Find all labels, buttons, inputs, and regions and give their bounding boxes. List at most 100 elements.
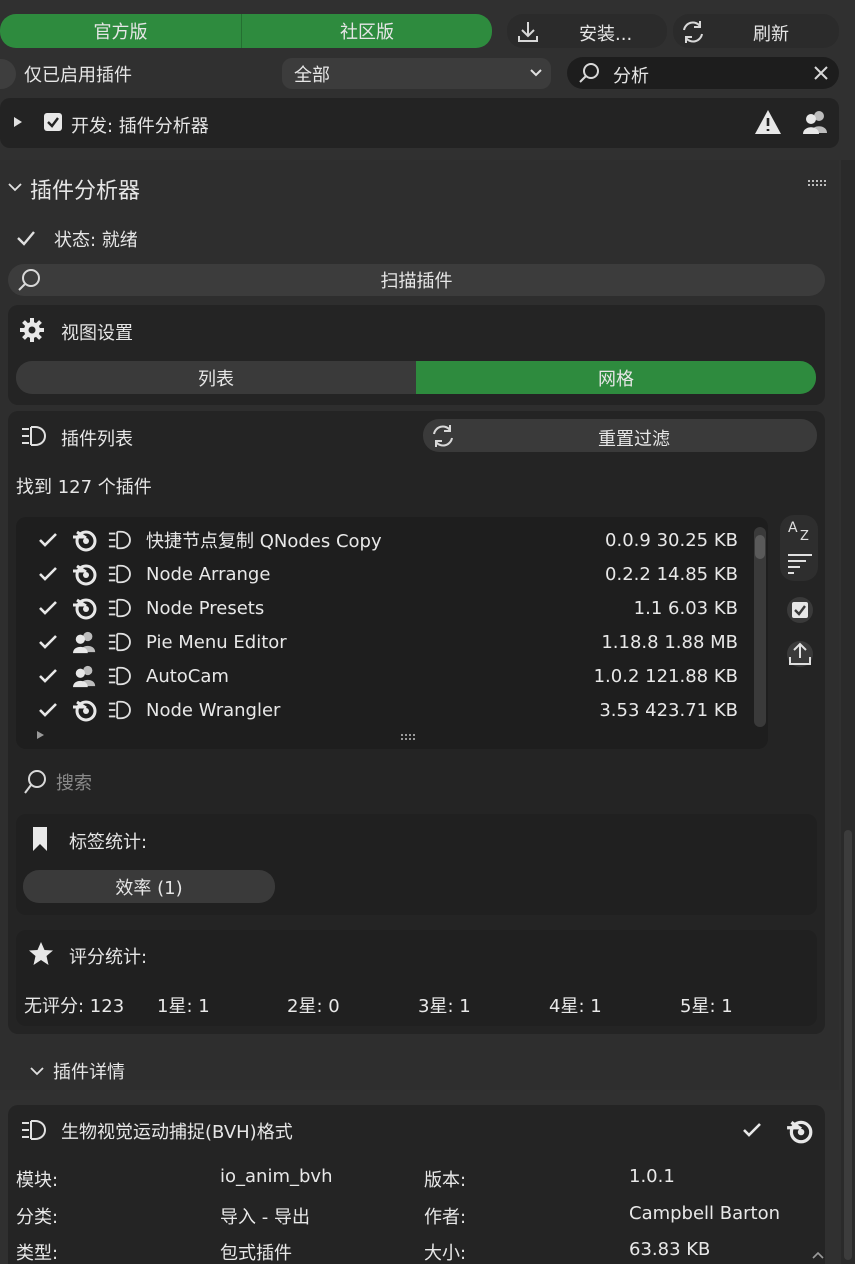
blender-icon [72,528,98,552]
plugin-icon [106,597,132,619]
list-expand-icon[interactable] [36,730,45,740]
list-resize-handle-icon[interactable] [400,733,418,741]
tag-chip[interactable]: 效率 (1) [23,870,275,903]
plugin-icon [106,529,132,551]
main-scrollbar[interactable] [841,160,855,1264]
plugin-icon [19,1118,47,1142]
module-label: 模块: [16,1170,59,1191]
addon-header[interactable]: 开发: 插件分析器 [0,98,839,148]
enabled-check-icon[interactable] [38,566,58,582]
search-value: 分析 [613,66,649,87]
plugin-version-size: 1.0.2 121.88 KB [593,665,738,687]
collapse-icon[interactable] [7,181,23,195]
reset-refresh-icon [429,422,457,450]
version-value: 1.0.1 [629,1166,675,1187]
plugin-name: Node Wrangler [146,699,281,721]
category-label: 分类: [16,1207,59,1228]
list-item[interactable]: Node Presets 1.1 6.03 KB [26,591,738,625]
tab-official[interactable]: 官方版 [0,14,242,48]
analyzer-title: 插件分析器 [30,179,141,204]
drag-handle-icon[interactable] [807,179,829,189]
list-item[interactable]: 快捷节点复制 QNodes Copy 0.0.9 30.25 KB [26,523,738,557]
plugin-name: Pie Menu Editor [146,631,287,653]
category-select[interactable]: 全部 [282,58,551,89]
reset-filter-label: 重置过滤 [598,429,670,450]
plugin-version-size: 0.0.9 30.25 KB [605,529,738,551]
install-button[interactable]: 安装... [507,14,667,48]
plugin-list-rows: 快捷节点复制 QNodes Copy 0.0.9 30.25 KB Node A… [26,523,738,727]
checkbox-box [0,59,16,89]
view-mode-list-label: 列表 [198,368,234,390]
sort-size-icon[interactable] [786,551,814,577]
list-item[interactable]: Pie Menu Editor 1.18.8 1.88 MB [26,625,738,659]
tab-community-label: 社区版 [340,22,394,43]
community-icon [72,630,98,654]
main-scrollbar-thumb[interactable] [844,830,852,1260]
plugin-list-title: 插件列表 [61,429,133,450]
view-mode-grid[interactable]: 网格 [416,361,816,394]
type-value: 包式插件 [220,1243,292,1264]
tag-stats-title: 标签统计: [69,832,148,853]
list-search-placeholder: 搜索 [56,773,92,794]
expand-right-icon[interactable] [13,116,23,128]
list-search-input[interactable]: 搜索 [56,769,406,797]
enabled-check-icon[interactable] [38,668,58,684]
plugin-list-panel: 插件列表 重置过滤 找到 127 个插件 快捷节点复制 QNodes Copy … [8,411,825,1034]
size-value: 63.83 KB [629,1239,711,1260]
community-icon [802,109,830,135]
sort-buttons: AZ [780,515,818,581]
rating-none: 无评分: 123 [24,996,125,1017]
details-section-title: 插件详情 [53,1062,125,1083]
refresh-button[interactable]: 刷新 [673,14,839,48]
rating-4-star: 4星: 1 [549,996,602,1017]
blender-icon [72,596,98,620]
chevron-down-icon [529,68,543,78]
enabled-check-icon[interactable] [38,532,58,548]
enabled-check-icon[interactable] [38,634,58,650]
addon-header-label: 开发: 插件分析器 [71,116,209,137]
plugin-version-size: 0.2.2 14.85 KB [605,563,738,585]
sort-alpha-icon[interactable]: AZ [786,518,814,546]
plugin-name: Node Presets [146,597,265,619]
enabled-only-checkbox[interactable]: 仅已启用插件 [0,59,132,89]
plugin-version-size: 1.1 6.03 KB [633,597,738,619]
tag-stats-panel: 标签统计: 效率 (1) [16,814,817,915]
export-icon[interactable] [786,640,814,668]
enabled-check-icon[interactable] [38,600,58,616]
view-mode-toggle: 列表 网格 [16,361,816,394]
gear-icon [19,317,45,343]
download-icon [515,19,541,45]
plugin-name: 快捷节点复制 QNodes Copy [146,531,382,552]
warning-icon [754,109,782,135]
enabled-checkbox[interactable] [44,113,62,131]
plugin-version-size: 1.18.8 1.88 MB [601,631,738,653]
tab-official-label: 官方版 [93,22,148,43]
view-mode-list[interactable]: 列表 [16,361,416,394]
list-item[interactable]: AutoCam 1.0.2 121.88 KB [26,659,738,693]
details-scroll-up-icon[interactable] [811,1249,825,1261]
community-icon [72,664,98,688]
search-icon [577,61,601,85]
clear-search-icon[interactable] [813,65,829,81]
list-item[interactable]: Node Wrangler 3.53 423.71 KB [26,693,738,727]
rating-1-star: 1星: 1 [157,996,210,1017]
plugin-icon [106,699,132,721]
reset-filter-button[interactable]: 重置过滤 [423,419,817,452]
list-item[interactable]: Node Arrange 0.2.2 14.85 KB [26,557,738,591]
tab-community[interactable]: 社区版 [242,14,492,48]
search-field[interactable]: 分析 [567,57,839,89]
list-scrollbar[interactable] [754,527,766,727]
module-value: io_anim_bvh [220,1166,333,1187]
star-icon [28,941,54,967]
plugin-icon [19,424,47,448]
type-label: 类型: [16,1243,59,1264]
plugin-name: AutoCam [146,665,229,687]
scrollbar-thumb[interactable] [755,535,765,559]
version-label: 版本: [424,1170,467,1191]
enabled-check-icon[interactable] [38,702,58,718]
details-collapse-icon[interactable] [29,1065,45,1079]
scan-button[interactable]: 扫描插件 [8,264,825,296]
view-mode-grid-label: 网格 [598,368,634,390]
select-all-icon[interactable] [786,596,814,624]
scan-button-label: 扫描插件 [380,271,453,292]
